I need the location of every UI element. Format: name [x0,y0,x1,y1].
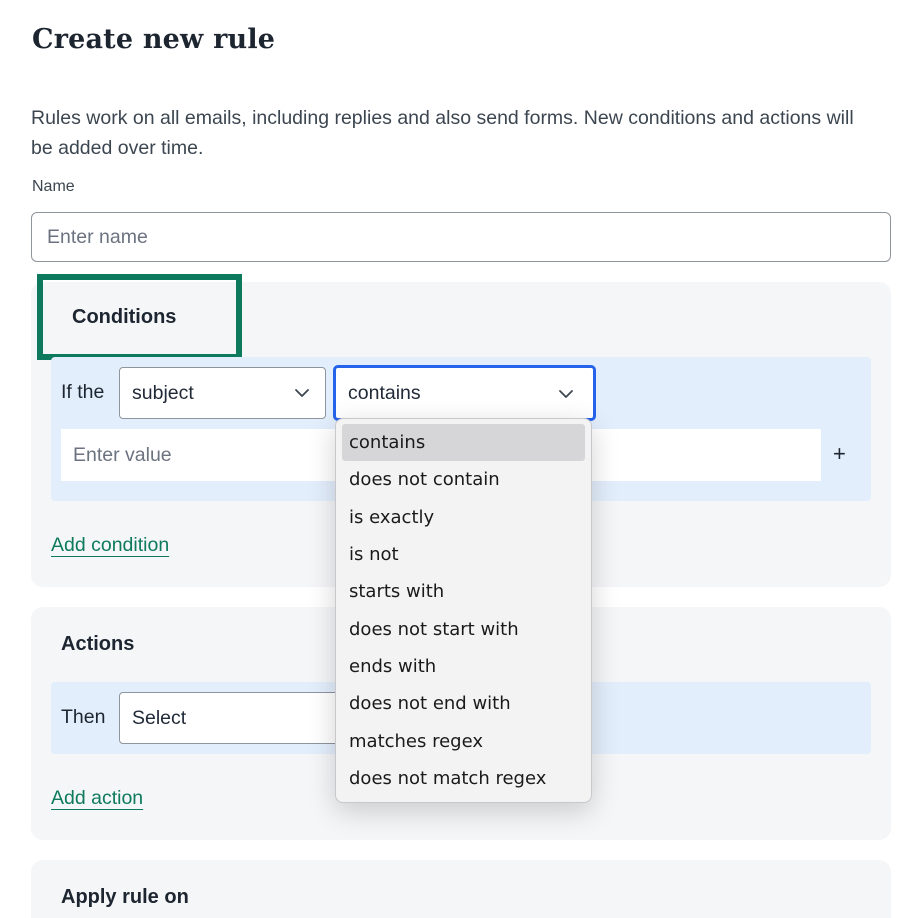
operator-select[interactable]: contains [333,365,596,421]
add-condition-link[interactable]: Add condition [51,534,169,557]
if-the-label: If the [61,381,105,403]
option-does-not-match-regex[interactable]: does not match regex [342,760,585,797]
option-does-not-contain[interactable]: does not contain [342,461,585,498]
add-action-link[interactable]: Add action [51,787,143,810]
intro-text: Rules work on all emails, including repl… [31,107,854,159]
actions-title: Actions [61,633,135,655]
then-label: Then [61,706,106,728]
operator-dropdown-menu: contains does not contain is exactly is … [335,418,592,803]
option-is-not[interactable]: is not [342,536,585,573]
plus-icon[interactable]: + [833,441,846,467]
apply-title: Apply rule on [61,886,189,908]
option-starts-with[interactable]: starts with [342,573,585,610]
option-does-not-start-with[interactable]: does not start with [342,610,585,647]
name-input[interactable] [31,212,891,262]
field-select[interactable]: subject [119,367,326,419]
operator-select-value: contains [348,381,421,404]
page-title: Create new rule [32,24,276,55]
chevron-down-icon [559,390,573,398]
field-select-value: subject [132,381,194,404]
action-select[interactable]: Select [119,692,349,744]
option-is-exactly[interactable]: is exactly [342,499,585,536]
option-ends-with[interactable]: ends with [342,648,585,685]
action-select-value: Select [132,706,187,729]
conditions-title: Conditions [72,306,177,328]
option-contains[interactable]: contains [342,424,585,462]
option-does-not-end-with[interactable]: does not end with [342,685,585,722]
chevron-down-icon [295,389,309,397]
option-matches-regex[interactable]: matches regex [342,722,585,759]
name-label: Name [32,178,75,195]
